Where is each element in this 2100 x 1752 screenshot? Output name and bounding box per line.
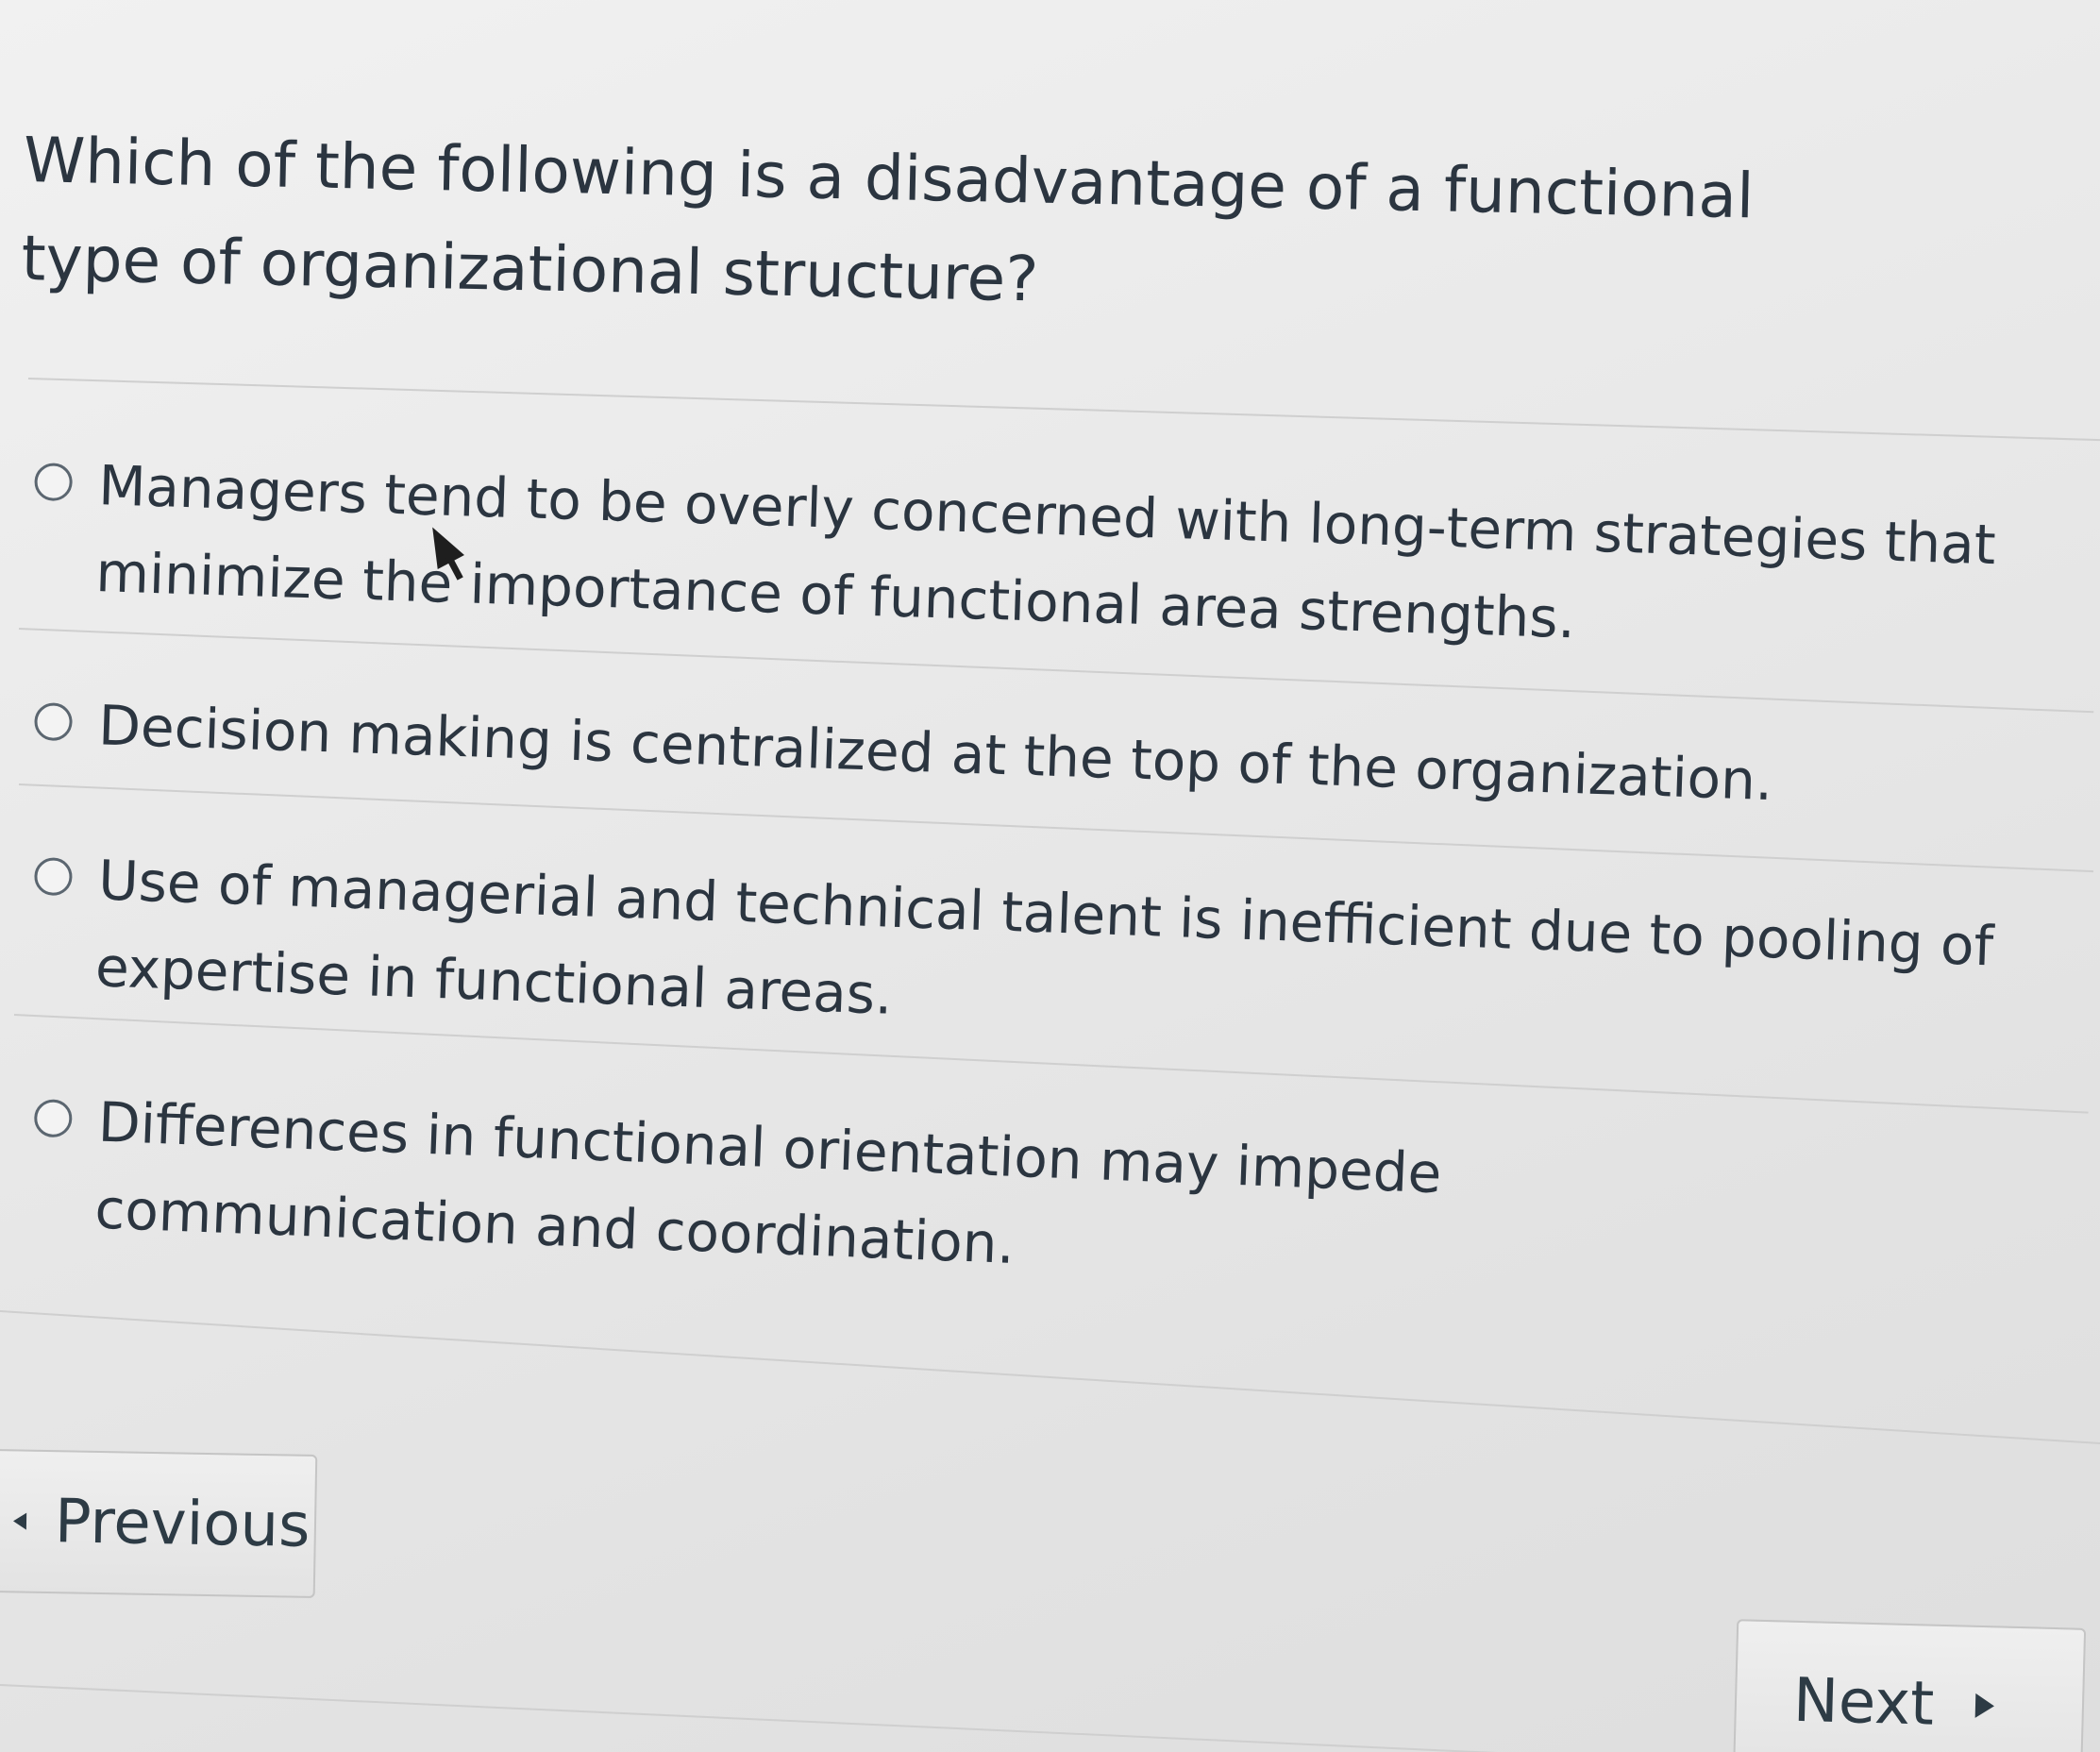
answer-option-3[interactable]: Use of managerial and technical talent i… <box>30 834 2064 1079</box>
previous-button[interactable]: Previous <box>0 1449 318 1598</box>
divider <box>0 1684 1745 1752</box>
divider <box>0 1310 2100 1446</box>
divider <box>27 378 2100 442</box>
previous-button-label: Previous <box>54 1487 311 1561</box>
radio-unselected-icon[interactable] <box>33 701 74 742</box>
question-text: Which of the following is a disadvantage… <box>20 123 1756 316</box>
answer-label: Use of managerial and technical talent i… <box>93 848 1995 1027</box>
radio-unselected-icon[interactable] <box>33 462 74 502</box>
radio-unselected-icon[interactable] <box>33 856 74 897</box>
answer-label: Differences in functional orientation ma… <box>93 1089 1443 1276</box>
triangle-right-icon <box>1974 1693 1995 1719</box>
quiz-screen: Which of the following is a disadvantage… <box>0 0 2100 1752</box>
answer-option-2[interactable]: Decision making is centralized at the to… <box>33 680 2064 834</box>
radio-unselected-icon[interactable] <box>33 1098 74 1138</box>
answer-label: Decision making is centralized at the to… <box>97 693 1774 814</box>
triangle-left-icon <box>12 1512 27 1530</box>
next-button-label: Next <box>1792 1665 1936 1740</box>
answer-option-4[interactable]: Differences in functional orientation ma… <box>29 1076 1715 1314</box>
next-button[interactable]: Next <box>1732 1619 2087 1752</box>
